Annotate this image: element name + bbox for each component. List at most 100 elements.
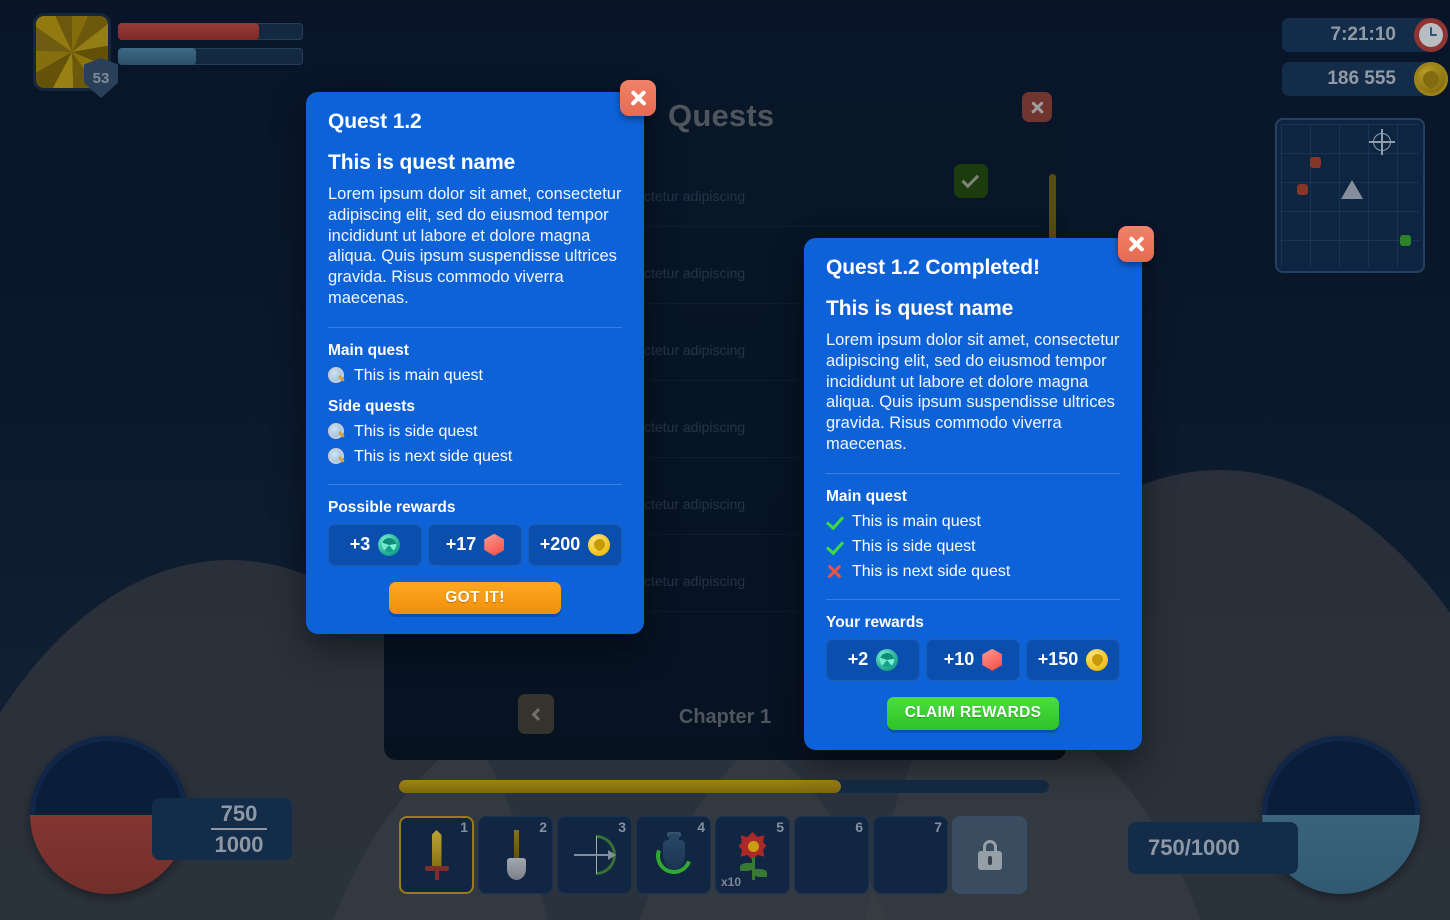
quest-completed-dialog: Quest 1.2 Completed! This is quest name … [804,226,1154,750]
avatar[interactable]: 53 [36,16,118,98]
completed-main-quest-heading: Main quest [826,487,907,505]
quest-completed-kicker: Quest 1.2 Completed! [826,256,1040,279]
quest-details-kicker: Quest 1.2 [328,110,422,133]
hotbar-slot[interactable]: 5 x10 [715,816,790,894]
slot-number: 7 [934,819,942,835]
health-bar-fill [118,23,259,40]
minimap[interactable] [1275,118,1425,273]
minimap-enemy-dot [1310,157,1321,168]
check-icon [826,538,843,555]
task-row: This is main quest [826,513,1120,531]
quest-details-body: Lorem ipsum dolor sit amet, consectetur … [328,185,622,307]
reward-amount: +150 [1037,649,1079,670]
chapter-label: Chapter 1 [678,705,772,728]
reward-chip: +17 [428,523,522,566]
divider [826,598,1120,600]
hotbar-slot[interactable]: 3 [557,816,632,894]
search-icon [328,367,345,384]
coin-heart-shape [591,536,608,553]
health-max: 1000 [214,832,264,857]
reward-amount: +2 [847,649,869,670]
reward-amount: +200 [539,534,581,555]
quest-completed-title: This is quest name [826,297,1014,320]
quest-completed-close-button[interactable] [1118,226,1154,262]
your-rewards-row: +2 +10 +150 [826,638,1120,681]
hotbar-slot[interactable]: 2 [478,816,553,894]
hotbar-slot-locked[interactable] [952,816,1027,894]
slot-count: x10 [721,875,742,889]
quest-completed-body: Lorem ipsum dolor sit amet, consectetur … [826,331,1120,453]
search-icon [328,448,345,465]
lock-icon [977,840,1002,870]
quests-panel-close-button[interactable] [1022,92,1052,122]
clock-face [1419,23,1443,47]
health-orb-widget: 750 1000 [30,736,292,894]
reward-amount: +10 [943,649,975,670]
side-quest-list: This is side quest This is next side ques… [328,423,622,466]
reward-amount: +17 [445,534,477,555]
task-row: This is next side quest [826,563,1120,581]
hotbar-slot[interactable]: 1 [399,816,474,894]
slot-number: 1 [460,819,468,835]
hotbar-slot[interactable]: 4 [636,816,711,894]
hotbar-slot[interactable]: 6 [794,816,869,894]
slot-number: 6 [855,819,863,835]
close-icon [629,89,648,108]
task-label: This is next side quest [354,447,513,465]
orb-reward-icon [378,533,401,556]
coin-reward-icon [588,533,611,556]
orb-reward-icon [876,648,899,671]
xp-bar-fill [118,48,196,65]
reward-chip: +3 [328,523,422,566]
crosshair-icon [1368,128,1395,155]
coin-heart-shape [1089,651,1106,668]
task-row: This is main quest [328,367,622,385]
mana-orb-label: 750/1000 [1128,822,1298,874]
reward-chip: +150 [1026,638,1120,681]
got-it-button[interactable]: GOT IT! [389,581,561,614]
hotbar-slot[interactable]: 7 [873,816,948,894]
divider [328,326,622,328]
game-screen: 53 7:21:10 186 555 Quests adipiscing adi… [0,0,1450,920]
your-rewards-heading: Your rewards [826,613,924,631]
currency-value: 186 555 [1327,68,1396,89]
check-icon [826,513,843,530]
timer-chip: 7:21:10 [1282,18,1448,52]
hotbar: 1 2 3 4 5 x10 6 7 [399,816,1027,894]
mana-value: 750/1000 [1148,835,1240,860]
reward-chip: +2 [826,638,920,681]
quest-completed-badge [954,164,988,198]
main-quest-list: This is main quest [328,367,622,385]
currency-chip: 186 555 [1282,62,1448,96]
shovel-icon [503,830,529,880]
minimap-enemy-dot [1297,184,1308,195]
sword-icon [424,830,450,880]
gem-reward-icon [484,533,505,556]
timer-value: 7:21:10 [1330,24,1397,45]
prev-chapter-button[interactable] [518,694,554,734]
health-orb-label: 750 1000 [152,798,292,860]
chevron-left-icon [531,707,544,721]
side-quest-heading: Side quests [328,397,415,415]
flower-icon [733,830,773,880]
bottom-xp-bar [399,780,1049,793]
gem-reward-icon [982,648,1003,671]
health-current: 750 [220,800,258,826]
quest-details-close-button[interactable] [620,80,656,116]
mana-orb-widget: 750/1000 [1128,736,1420,894]
main-quest-heading: Main quest [328,341,409,359]
divider [826,472,1120,474]
task-row: This is next side quest [328,448,622,466]
possible-rewards-heading: Possible rewards [328,498,456,516]
task-label: This is main quest [852,512,981,530]
task-label: This is main quest [354,366,483,384]
slot-number: 3 [618,819,626,835]
player-arrow-icon [1341,180,1363,199]
reward-chip: +200 [528,523,622,566]
search-icon [328,423,345,440]
top-right-hud: 7:21:10 186 555 [1282,18,1448,96]
bottom-xp-bar-fill [399,780,841,793]
task-row: This is side quest [826,538,1120,556]
divider [328,483,622,485]
claim-rewards-button[interactable]: CLAIM REWARDS [887,696,1059,730]
